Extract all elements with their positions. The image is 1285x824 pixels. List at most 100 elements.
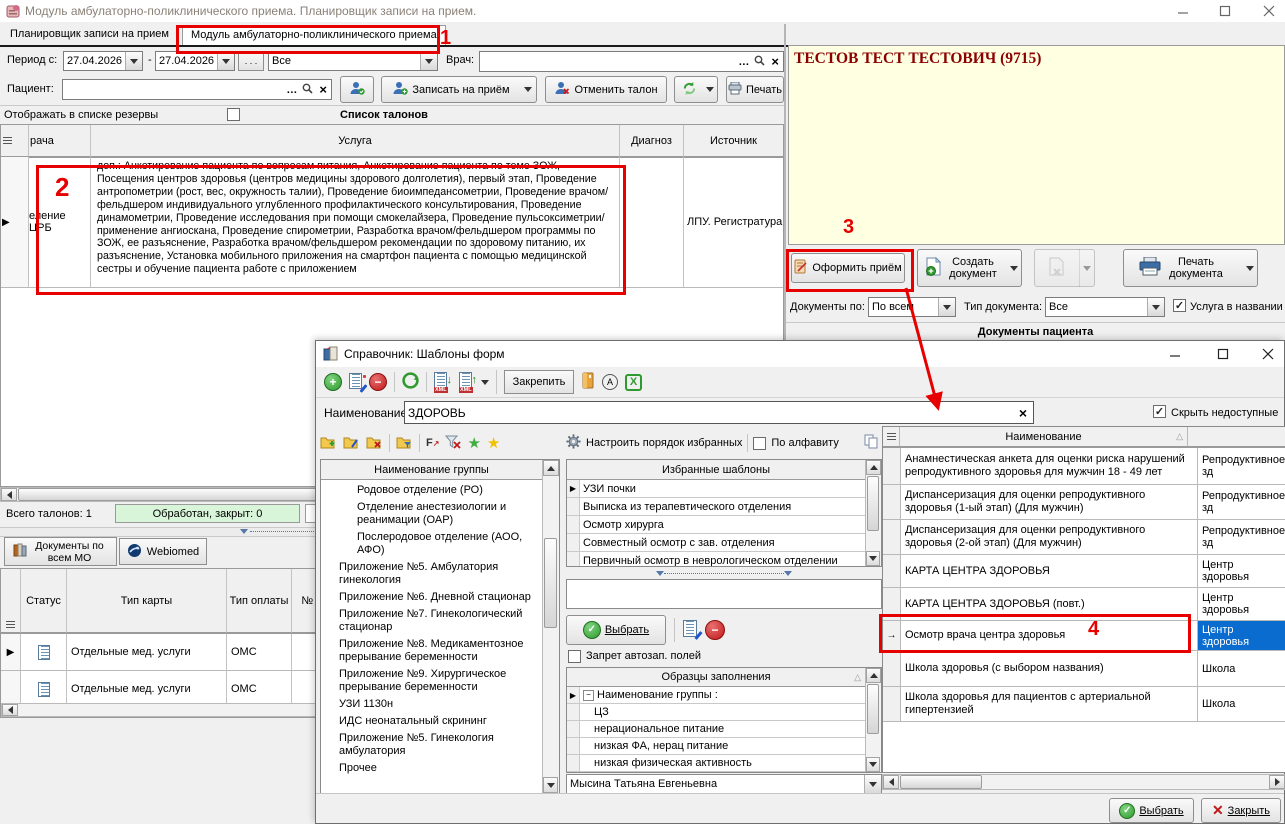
sort-icon[interactable]: F↗ (426, 437, 439, 449)
group-tree-item[interactable]: Отделение анестезиологии и реанимации (О… (321, 499, 542, 529)
add-icon[interactable]: + (324, 373, 342, 391)
group-tree-item[interactable]: Приложение №5. Амбулатория гинекология (321, 559, 542, 589)
select-template-button[interactable]: ✓ Выбрать (566, 615, 666, 645)
grid-menu-icon[interactable] (3, 136, 12, 145)
favorites-vscrollbar[interactable] (865, 460, 881, 566)
date-from-picker[interactable]: 27.04.2026 (63, 51, 143, 71)
patient-card-button[interactable] (340, 76, 374, 103)
scrollbar-thumb[interactable] (900, 775, 982, 789)
tpl-col-group[interactable] (1188, 427, 1285, 447)
favorite-item[interactable]: Совместный осмотр с зав. отделения (567, 534, 865, 552)
samples-vscrollbar[interactable] (865, 668, 881, 772)
edit-record-icon[interactable] (683, 620, 697, 640)
doctor-field[interactable]: … × (479, 51, 784, 72)
clear-filter-icon[interactable] (445, 435, 461, 452)
gear-icon[interactable] (566, 434, 581, 452)
refresh-icon[interactable] (402, 372, 419, 392)
anchor-icon[interactable]: A (602, 374, 618, 390)
tickets-col-source[interactable]: Источник (684, 125, 783, 157)
clear-icon[interactable]: × (767, 54, 783, 69)
scrollbar-thumb[interactable] (867, 476, 879, 531)
scroll-down-icon[interactable] (866, 551, 880, 566)
create-document-button[interactable]: Создать документ (917, 249, 1007, 287)
search-icon[interactable] (300, 83, 315, 97)
template-row[interactable]: Школа здоровья для пациентов с артериаль… (883, 687, 1285, 722)
delete-folder-icon[interactable] (366, 435, 383, 452)
group-tree-item[interactable]: ИДС неонатальный скрининг (321, 713, 542, 730)
samples-header[interactable]: Образцы заполнения△ (567, 668, 865, 687)
binder-icon[interactable] (581, 372, 595, 392)
dialog-titlebar[interactable]: Справочник: Шаблоны форм (316, 341, 1284, 367)
refresh-dropdown[interactable] (703, 76, 718, 103)
book-appointment-dropdown[interactable] (520, 76, 537, 103)
groups-vscrollbar[interactable] (542, 460, 559, 793)
order-favorites-label[interactable]: Настроить порядок избранных (586, 437, 742, 449)
scrollbar-thumb[interactable] (544, 538, 557, 628)
docs-col-card[interactable]: Тип карты (67, 569, 227, 633)
hide-unavailable-checkbox[interactable]: ✓ (1153, 405, 1166, 418)
clear-icon[interactable]: × (1013, 405, 1033, 421)
template-row-selected[interactable]: →Осмотр врача центра здоровьяЦентр здоро… (883, 621, 1285, 651)
scroll-left-icon[interactable] (2, 704, 18, 716)
groups-header[interactable]: Наименование группы (321, 460, 542, 480)
chevron-down-icon[interactable] (938, 298, 955, 316)
xml-export-icon[interactable]: ↑XML (459, 372, 477, 392)
tpl-col-name[interactable]: Наименование△ (900, 427, 1188, 447)
template-name-input[interactable] (566, 579, 882, 609)
favorite-item[interactable]: Осмотр хирурга (567, 516, 865, 534)
favorites-splitter[interactable] (566, 569, 882, 578)
checkin-button[interactable]: Оформить приём (791, 253, 905, 283)
group-tree-item[interactable]: Приложение №5. Гинекология амбулатория (321, 730, 542, 760)
alphabet-checkbox[interactable] (753, 437, 766, 450)
template-row[interactable]: Анамнестическая анкета для оценки риска … (883, 448, 1285, 485)
favorite-item[interactable]: Выписка из терапевтического отделения (567, 498, 865, 516)
search-icon[interactable] (752, 55, 767, 69)
patient-field[interactable]: … × (62, 79, 332, 100)
maximize-icon[interactable] (1210, 3, 1240, 19)
favorite-add-icon[interactable]: ★ (467, 434, 480, 452)
chevron-down-icon[interactable] (864, 775, 881, 793)
sample-item[interactable]: низкая ФА, нерац питание (567, 738, 865, 755)
doctor-input[interactable] (480, 53, 735, 70)
name-filter-field[interactable]: × (404, 401, 1034, 424)
templates-hscrollbar[interactable] (882, 774, 1285, 790)
tab-webiomed[interactable]: Webiomed (119, 538, 207, 565)
dialog-minimize-icon[interactable] (1161, 346, 1189, 362)
grid-menu-icon[interactable] (887, 432, 896, 441)
template-row[interactable]: КАРТА ЦЕНТРА ЗДОРОВЬЯ (повт.)Центр здоро… (883, 588, 1285, 621)
splitter-handle-icon[interactable] (240, 528, 320, 535)
scroll-left-icon[interactable] (883, 775, 899, 789)
scroll-down-icon[interactable] (866, 757, 880, 772)
tab-planner[interactable]: Планировщик записи на прием (10, 28, 169, 40)
doc-type-combo[interactable]: Все (1045, 297, 1165, 317)
refresh-button[interactable] (674, 76, 704, 103)
edit-folder-icon[interactable] (343, 435, 360, 452)
samples-group-row[interactable]: ▶−Наименование группы : (567, 687, 865, 704)
scroll-left-icon[interactable] (1, 488, 17, 501)
period-more-button[interactable]: . . . (238, 51, 264, 71)
remove-icon[interactable]: − (369, 373, 387, 391)
docs-col-pay[interactable]: Тип оплаты (227, 569, 292, 633)
group-tree-item[interactable]: Послеродовое отделение (АОО, АФО) (321, 529, 542, 559)
grid-menu-icon[interactable] (6, 620, 15, 629)
collapse-icon[interactable]: − (583, 690, 594, 701)
print-document-button[interactable]: Печать документа (1123, 249, 1243, 287)
docs-col-status[interactable]: Статус (21, 569, 67, 633)
create-document-dropdown[interactable] (1006, 249, 1022, 287)
xml-dropdown-icon[interactable] (481, 380, 489, 385)
copy-icon[interactable] (864, 434, 878, 452)
group-tree-item[interactable]: УЗИ 1130н (321, 696, 542, 713)
sample-item[interactable]: низкая физическая активность (567, 755, 865, 772)
scroll-up-icon[interactable] (866, 668, 881, 683)
reserves-checkbox[interactable] (227, 108, 240, 121)
scroll-right-icon[interactable] (1269, 775, 1285, 789)
clear-icon[interactable]: × (315, 82, 331, 97)
pin-button[interactable]: Закрепить (504, 370, 574, 394)
group-tree-item[interactable]: Родовое отделение (РО) (321, 482, 542, 499)
dialog-maximize-icon[interactable] (1209, 346, 1237, 362)
sample-item[interactable]: ЦЗ (567, 704, 865, 721)
favorites-header[interactable]: Избранные шаблоны (567, 460, 865, 480)
service-in-name-checkbox[interactable]: ✓ (1173, 299, 1186, 312)
name-filter-input[interactable] (405, 403, 1013, 422)
tickets-col-diagnosis[interactable]: Диагноз (620, 125, 684, 157)
